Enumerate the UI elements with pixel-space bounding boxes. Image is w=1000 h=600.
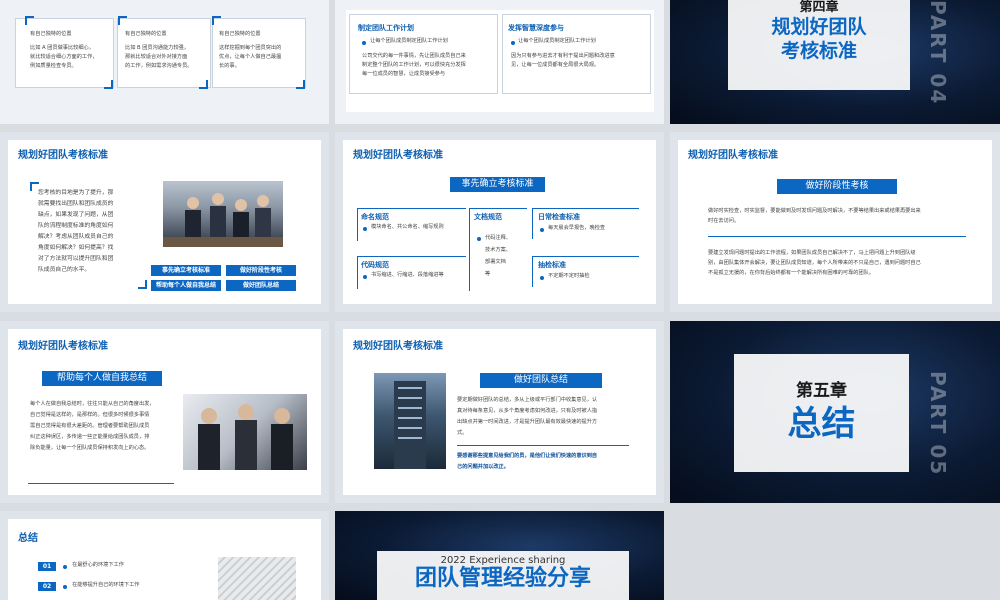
section-pill: 帮助每个人做自我总结 bbox=[42, 371, 162, 386]
plan-bullet: 让每个团队成员制定团队工作计划 bbox=[370, 38, 448, 44]
card-text: 有自己独特的位置 这样挖掘到每个团员突出的 优点，让每个人做自己最擅 长的事。 bbox=[219, 31, 282, 69]
plan-card-right-head: 发挥智慧深度参与 bbox=[508, 24, 564, 32]
thumbnail-slide-8[interactable]: 规划好团队考核标准 做好团队总结 要定期做好团队的总结，多从上级或平行部门中收集… bbox=[335, 321, 664, 503]
card-corner bbox=[25, 16, 34, 25]
rule-head: 代码规范 bbox=[361, 261, 389, 269]
team-summary-paragraph: 要定期做好团队的总结，多从上级或平行部门中收集意见，认 真对待每条意见，从多个角度… bbox=[457, 397, 598, 436]
card-text: 有自己独特的位置 比如 A 团员做事比较细心， 就比较适合细心方面的工作， 例如质量检… bbox=[30, 31, 98, 69]
divider bbox=[28, 483, 174, 484]
rule-text: 模块命名、共公命名、缩写规则 bbox=[371, 224, 444, 230]
closing-box: 2022 Experience sharing 团队管理经验分享 bbox=[377, 551, 629, 600]
card-corner bbox=[212, 16, 221, 25]
card-corner bbox=[104, 80, 113, 89]
chapter-title-1: 规划好团队 bbox=[771, 16, 867, 38]
empty-thumbnail-area bbox=[670, 511, 1000, 600]
emphasis-paragraph: 要感谢那些提意见给我们的员，是他们让我们快速的意识到自 己的问题并加以改正。 bbox=[457, 453, 598, 470]
divider bbox=[457, 445, 629, 446]
slide-title: 总结 bbox=[18, 533, 38, 544]
list-number: 02 bbox=[38, 582, 56, 591]
bullet bbox=[63, 585, 67, 589]
chapter-title-2: 考核标准 bbox=[780, 40, 857, 62]
rule-head: 抽检标准 bbox=[538, 261, 566, 269]
thumbnail-slide-10[interactable]: 总结 01 在最舒心的环境下工作 02 在能够提升自己的环境下工作 bbox=[0, 511, 329, 600]
team-photo-figures bbox=[163, 193, 283, 247]
btn-self-summary[interactable]: 帮助每个人做自我总结 bbox=[151, 280, 221, 291]
bullet bbox=[363, 275, 367, 279]
paragraph-2: 要建立发现问题时提出的工作流程，如果团队成员自己解决不了，马上把问题上升到团队级… bbox=[708, 250, 921, 276]
btn-establish-standard[interactable]: 事先确立考核标准 bbox=[151, 265, 221, 276]
bullet bbox=[63, 565, 67, 569]
building-photo-tower bbox=[394, 381, 426, 469]
paragraph-1: 做好时实检查，时实监督，要能做到及时发现问题及时解决，不要等结果出来或结果再要出… bbox=[708, 208, 921, 224]
divider bbox=[708, 236, 966, 237]
slide-title: 规划好团队考核标准 bbox=[18, 150, 108, 161]
section-pill: 做好团队总结 bbox=[480, 373, 602, 388]
card-corner bbox=[118, 16, 127, 25]
text-corner bbox=[138, 280, 147, 289]
list-number: 01 bbox=[38, 562, 56, 571]
business-photo bbox=[183, 394, 307, 470]
keyboard-photo bbox=[218, 557, 296, 600]
closing-title: 团队管理经验分享 bbox=[414, 566, 591, 591]
rule-head: 日常检查标准 bbox=[538, 213, 580, 221]
chapter-label: 第四章 bbox=[799, 0, 839, 15]
plan-paragraph: 公司交代的每一件事情，先让团队成员自己来 制定整个团队的工作计划，可以很快充分发挥… bbox=[362, 53, 466, 77]
rule-text: 代码注释、 技术方案、 部署文档等 bbox=[485, 235, 511, 277]
slide-title: 规划好团队考核标准 bbox=[18, 341, 108, 352]
thumbnail-slide-3[interactable]: 第四章 规划好团队 考核标准 PART 04 bbox=[670, 0, 1000, 124]
bullet bbox=[540, 228, 544, 232]
intro-paragraph: 您考核的目地是为了提升，那 就需要找出团队和团队成员的 缺点，如果发现了问题，从团队… bbox=[38, 190, 114, 273]
thumbnail-slide-1[interactable]: 有自己独特的位置 比如 A 团员做事比较细心， 就比较适合细心方面的工作， 例如质量检… bbox=[0, 0, 329, 124]
rule-text: 不定期不定时抽检 bbox=[548, 273, 590, 279]
rule-text: 书写缩进、行缩进、段落缩进等 bbox=[371, 272, 444, 278]
thumbnail-slide-9[interactable]: 第五章 总结 PART 05 bbox=[670, 321, 1000, 503]
chapter-label: 第五章 bbox=[796, 381, 847, 401]
chapter-box: 第四章 规划好团队 考核标准 bbox=[728, 0, 910, 90]
part-label: PART 05 bbox=[926, 371, 950, 477]
summary-paragraph: 每个人在做自我总结时，往往只能从自己的角度出发， 自己觉得是这样的，是那样的。但很… bbox=[30, 401, 155, 451]
bullet bbox=[540, 276, 544, 280]
section-pill: 做好阶段性考核 bbox=[777, 179, 897, 194]
chapter-title: 总结 bbox=[787, 404, 856, 444]
list-text: 在能够提升自己的环境下工作 bbox=[72, 582, 140, 588]
slide-title: 规划好团队考核标准 bbox=[353, 341, 443, 352]
thumbnail-slide-7[interactable]: 规划好团队考核标准 帮助每个人做自我总结 每个人在做自我总结时，往往只能从自己的… bbox=[0, 321, 329, 503]
plan-card-left-head: 制定团队工作计划 bbox=[358, 24, 414, 32]
plan-paragraph: 因为只有参与进去才有利于提出问题和改进意 见，让每一位成员都有全局很大局观。 bbox=[511, 53, 615, 68]
list-text: 在最舒心的环境下工作 bbox=[72, 562, 124, 568]
part-label: PART 04 bbox=[926, 0, 950, 106]
closing-subtitle: 2022 Experience sharing bbox=[440, 555, 566, 566]
bullet bbox=[363, 227, 367, 231]
card-text: 有自己独特的位置 比如 B 团员沟通能力较强， 那就比较适合对外对接方面 的工作，例如… bbox=[125, 31, 193, 69]
building-photo bbox=[374, 373, 446, 469]
btn-stage-assessment[interactable]: 做好阶段性考核 bbox=[226, 265, 296, 276]
bullet bbox=[477, 237, 481, 241]
section-pill: 事先确立考核标准 bbox=[450, 177, 545, 192]
rule-head: 命名规范 bbox=[361, 213, 389, 221]
thumbnail-slide-6[interactable]: 规划好团队考核标准 做好阶段性考核 做好时实检查，时实监督，要能做到及时发现问题… bbox=[670, 132, 1000, 312]
business-photo-figures bbox=[198, 404, 293, 470]
rule-head: 文档规范 bbox=[474, 213, 502, 221]
thumbnail-slide-11[interactable]: 2022 Experience sharing 团队管理经验分享 bbox=[335, 511, 664, 600]
btn-team-summary[interactable]: 做好团队总结 bbox=[226, 280, 296, 291]
slide-title: 规划好团队考核标准 bbox=[353, 150, 443, 161]
card-corner bbox=[199, 80, 208, 89]
bullet bbox=[511, 41, 515, 45]
bullet bbox=[362, 41, 366, 45]
thumbnail-slide-2[interactable]: 制定团队工作计划 让每个团队成员制定团队工作计划 公司交代的每一件事情，先让团队… bbox=[335, 0, 664, 124]
team-photo bbox=[163, 181, 283, 247]
thumbnail-slide-4[interactable]: 规划好团队考核标准 您考核的目地是为了提升，那 就需要找出团队和团队成员的 缺点，如… bbox=[0, 132, 329, 312]
slide-title: 规划好团队考核标准 bbox=[688, 150, 778, 161]
card-corner bbox=[296, 80, 305, 89]
plan-bullet: 让每个团队成员制定团队工作计划 bbox=[518, 38, 596, 44]
chapter-box: 第五章 总结 bbox=[734, 354, 909, 472]
rule-text: 每天晨会早报告，晚检查 bbox=[548, 225, 606, 231]
thumbnail-slide-5[interactable]: 规划好团队考核标准 事先确立考核标准 命名规范 模块命名、共公命名、缩写规则 文… bbox=[335, 132, 664, 312]
